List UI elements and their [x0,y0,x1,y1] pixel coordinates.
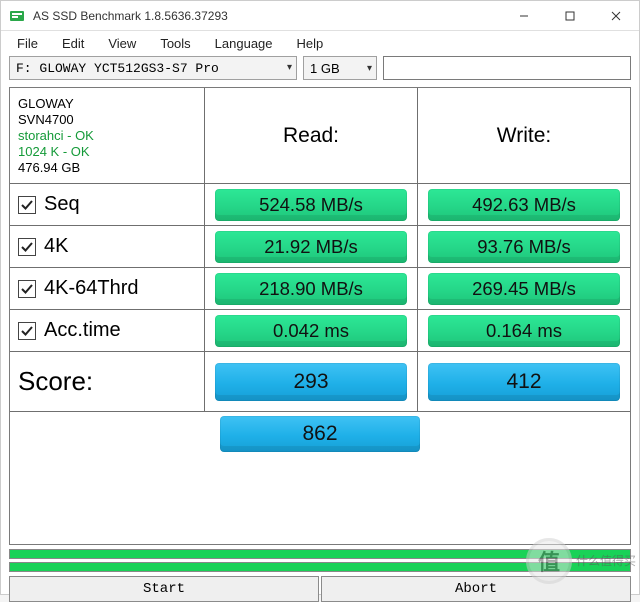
checkbox-acc[interactable] [18,322,36,340]
4k-read-value: 21.92 MB/s [215,231,407,263]
info-align: 1024 K - OK [18,144,90,159]
status-field[interactable] [383,56,631,80]
start-button[interactable]: Start [9,576,319,602]
row-4k: 4K 21.92 MB/s 93.76 MB/s [10,226,630,268]
menu-language[interactable]: Language [215,36,273,51]
info-firmware: SVN4700 [18,112,74,127]
menu-file[interactable]: File [17,36,38,51]
acc-write-value: 0.164 ms [428,315,620,347]
chevron-down-icon: ▾ [367,63,372,74]
row-4k-label: 4K [44,235,68,258]
4k-write-value: 93.76 MB/s [428,231,620,263]
4k64-read-value: 218.90 MB/s [215,273,407,305]
selector-row: F: GLOWAY YCT512GS3-S7 Pro ▾ 1 GB ▾ [1,55,639,85]
watermark-icon: 值 [526,538,572,584]
row-seq-label-cell: Seq [10,184,205,225]
menu-tools[interactable]: Tools [160,36,190,51]
watermark: 值 什么值得买 [516,533,636,589]
row-4k64-label: 4K-64Thrd [44,277,139,300]
menu-help[interactable]: Help [297,36,324,51]
acc-read-value: 0.042 ms [215,315,407,347]
seq-write-value: 492.63 MB/s [428,189,620,221]
row-seq-label: Seq [44,193,80,216]
titlebar: AS SSD Benchmark 1.8.5636.37293 [1,1,639,31]
maximize-button[interactable] [547,1,593,31]
score-read: 293 [215,363,407,401]
row-acc-label: Acc.time [44,319,121,342]
row-score: Score: 293 412 [10,352,630,412]
menu-view[interactable]: View [108,36,136,51]
info-capacity: 476.94 GB [18,160,80,175]
app-window: AS SSD Benchmark 1.8.5636.37293 File Edi… [0,0,640,595]
menubar: File Edit View Tools Language Help [1,31,639,55]
info-row: GLOWAY SVN4700 storahci - OK 1024 K - OK… [10,88,630,184]
checkbox-seq[interactable] [18,196,36,214]
watermark-line2: 什么值得买 [576,555,636,568]
size-select-value: 1 GB [310,61,340,76]
score-total: 862 [220,416,420,452]
checkbox-4k64[interactable] [18,280,36,298]
info-model: GLOWAY [18,96,74,111]
row-seq: Seq 524.58 MB/s 492.63 MB/s [10,184,630,226]
seq-read-value: 524.58 MB/s [215,189,407,221]
row-acc: Acc.time 0.042 ms 0.164 ms [10,310,630,352]
window-title: AS SSD Benchmark 1.8.5636.37293 [33,9,228,23]
drive-select-value: F: GLOWAY YCT512GS3-S7 Pro [16,61,219,76]
size-select[interactable]: 1 GB ▾ [303,56,377,80]
drive-select[interactable]: F: GLOWAY YCT512GS3-S7 Pro ▾ [9,56,297,80]
chevron-down-icon: ▾ [287,62,292,74]
4k64-write-value: 269.45 MB/s [428,273,620,305]
score-label: Score: [10,352,205,411]
checkbox-4k[interactable] [18,238,36,256]
header-read-label: Read: [283,124,339,148]
row-total: 862 [10,412,630,456]
minimize-button[interactable] [501,1,547,31]
app-icon [9,8,25,24]
header-write-label: Write: [497,124,551,148]
menu-edit[interactable]: Edit [62,36,84,51]
row-4k64: 4K-64Thrd 218.90 MB/s 269.45 MB/s [10,268,630,310]
close-button[interactable] [593,1,639,31]
results-panel: GLOWAY SVN4700 storahci - OK 1024 K - OK… [9,87,631,545]
device-info: GLOWAY SVN4700 storahci - OK 1024 K - OK… [10,88,205,183]
score-write: 412 [428,363,620,401]
header-write: Write: [418,88,630,183]
header-read: Read: [205,88,418,183]
info-driver: storahci - OK [18,128,94,143]
